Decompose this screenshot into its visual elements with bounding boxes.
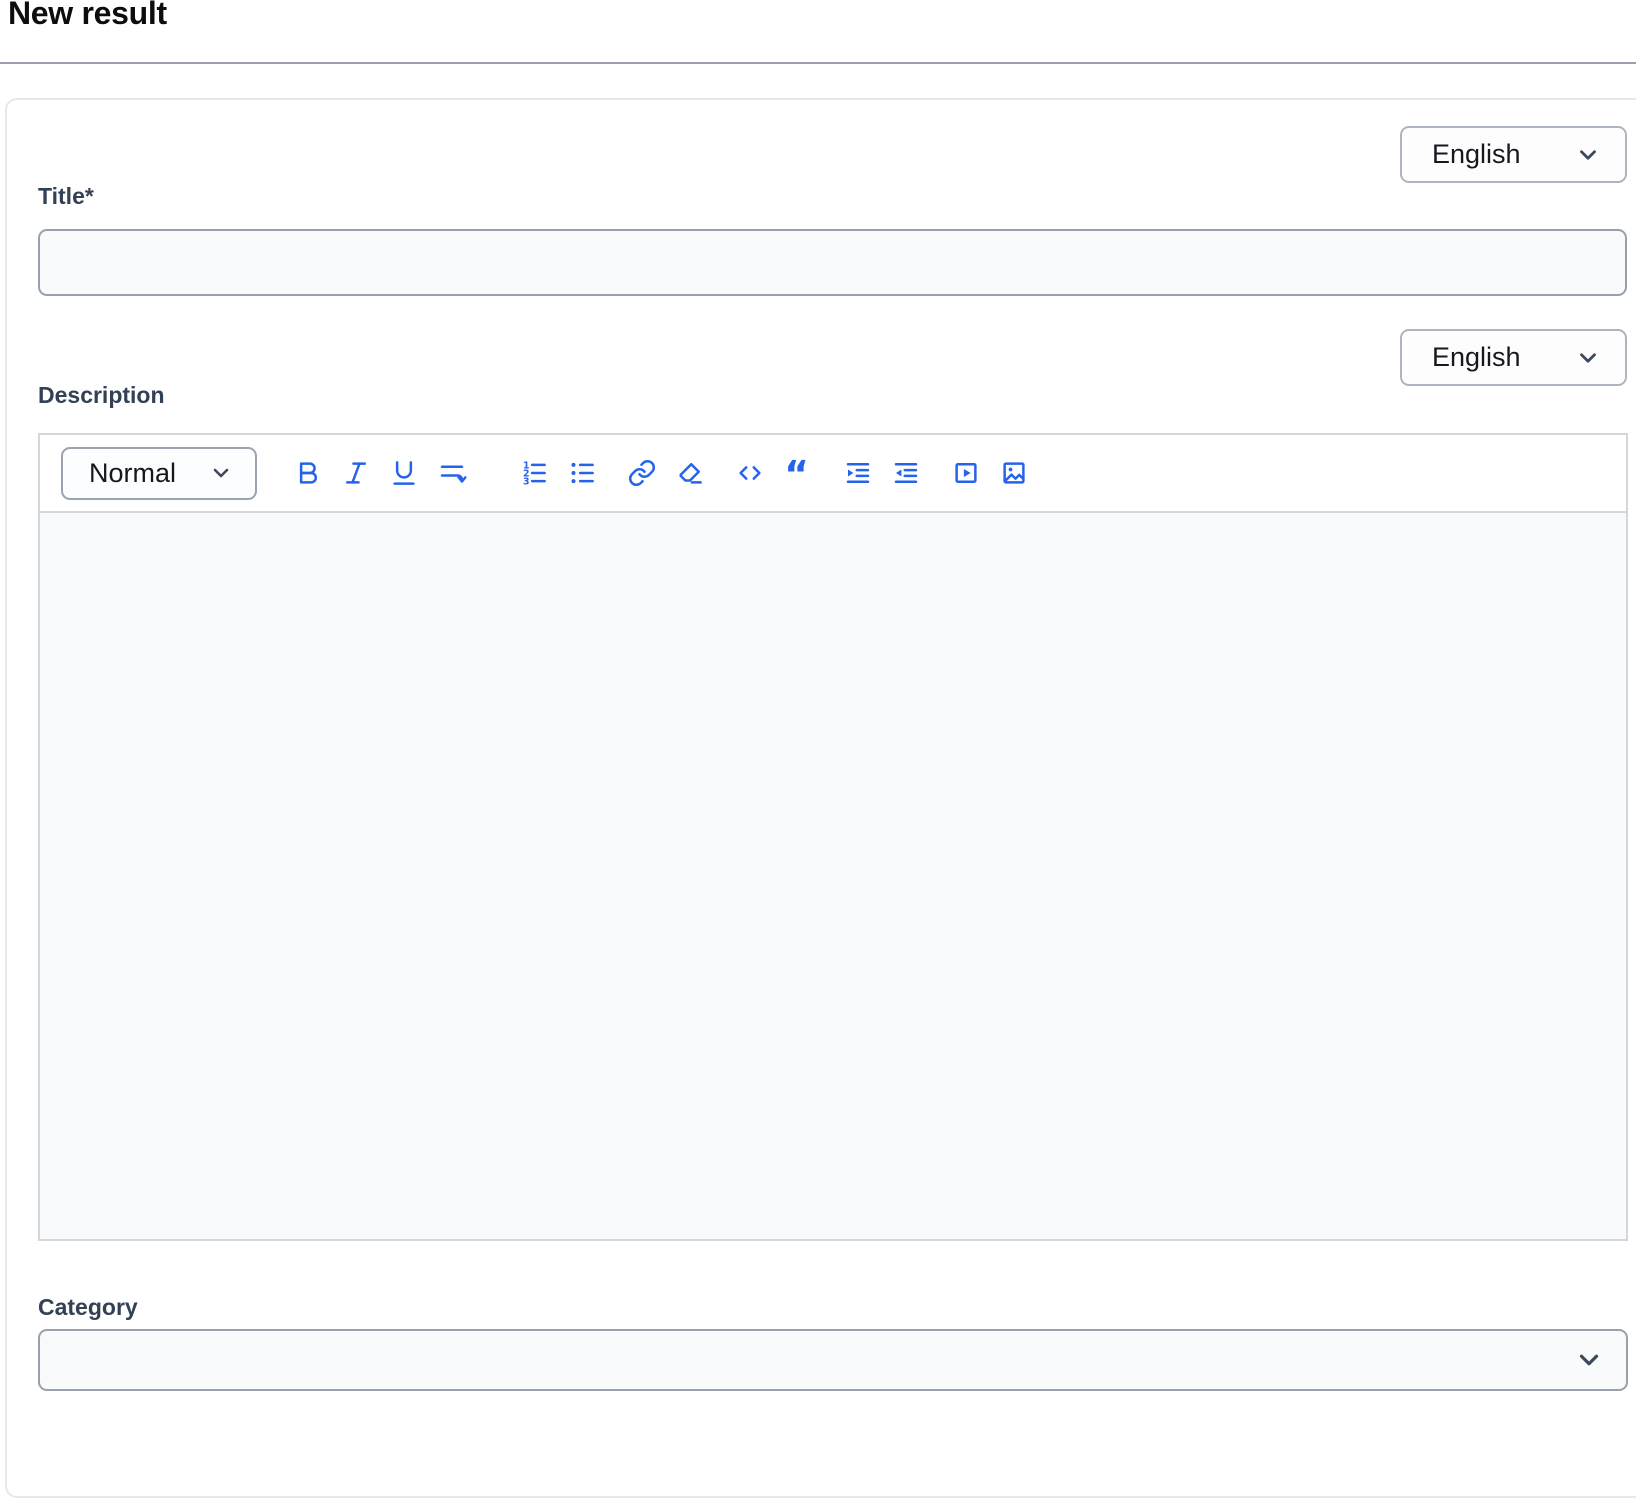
title-input[interactable] bbox=[38, 229, 1627, 296]
bold-icon bbox=[293, 458, 323, 488]
bullet-list-icon bbox=[567, 458, 597, 488]
category-label: Category bbox=[38, 1293, 138, 1321]
indent-icon bbox=[843, 458, 873, 488]
link-button[interactable] bbox=[627, 458, 657, 488]
description-label: Description bbox=[38, 381, 165, 409]
image-button[interactable] bbox=[999, 458, 1029, 488]
outdent-button[interactable] bbox=[891, 458, 921, 488]
link-icon bbox=[627, 458, 657, 488]
toolbar-group-media bbox=[951, 458, 1029, 488]
toolbar-group-text bbox=[293, 458, 467, 488]
editor-content[interactable] bbox=[40, 513, 1626, 1239]
ordered-list-icon: 1 2 3 bbox=[519, 458, 549, 488]
divider bbox=[0, 62, 1636, 64]
toolbar-group-lists: 1 2 3 bbox=[519, 458, 597, 488]
eraser-icon bbox=[675, 458, 705, 488]
blockquote-icon: “ bbox=[783, 458, 813, 488]
category-select[interactable] bbox=[38, 1329, 1628, 1391]
bullet-list-button[interactable] bbox=[567, 458, 597, 488]
title-label: Title* bbox=[38, 182, 94, 210]
code-icon bbox=[735, 458, 765, 488]
line-break-icon bbox=[437, 458, 467, 488]
underline-icon bbox=[389, 458, 419, 488]
chevron-down-icon bbox=[209, 461, 233, 485]
chevron-down-icon bbox=[1575, 142, 1601, 168]
format-select[interactable]: Normal bbox=[61, 447, 257, 500]
description-language-select[interactable]: English bbox=[1400, 329, 1627, 386]
indent-button[interactable] bbox=[843, 458, 873, 488]
code-block-button[interactable] bbox=[735, 458, 765, 488]
clean-format-button[interactable] bbox=[675, 458, 705, 488]
chevron-down-icon bbox=[1575, 345, 1601, 371]
bold-button[interactable] bbox=[293, 458, 323, 488]
format-value: Normal bbox=[89, 458, 176, 489]
description-language-value: English bbox=[1432, 342, 1521, 373]
outdent-icon bbox=[891, 458, 921, 488]
svg-text:“: “ bbox=[784, 458, 809, 488]
line-break-button[interactable] bbox=[437, 458, 467, 488]
title-language-select[interactable]: English bbox=[1400, 126, 1627, 183]
editor-toolbar: Normal bbox=[40, 435, 1626, 513]
italic-icon bbox=[341, 458, 371, 488]
underline-button[interactable] bbox=[389, 458, 419, 488]
ordered-list-button[interactable]: 1 2 3 bbox=[519, 458, 549, 488]
toolbar-group-code-quote: “ bbox=[735, 458, 813, 488]
chevron-down-icon bbox=[1574, 1345, 1604, 1375]
video-icon bbox=[951, 458, 981, 488]
form-card: English Title* English Description Norma… bbox=[5, 98, 1636, 1498]
video-button[interactable] bbox=[951, 458, 981, 488]
svg-text:3: 3 bbox=[523, 477, 530, 488]
toolbar-group-link bbox=[627, 458, 705, 488]
blockquote-button[interactable]: “ bbox=[783, 458, 813, 488]
toolbar-group-indent bbox=[843, 458, 921, 488]
title-language-value: English bbox=[1432, 139, 1521, 170]
rich-text-editor: Normal bbox=[38, 433, 1628, 1241]
page-title: New result bbox=[8, 0, 167, 33]
image-icon bbox=[999, 458, 1029, 488]
italic-button[interactable] bbox=[341, 458, 371, 488]
